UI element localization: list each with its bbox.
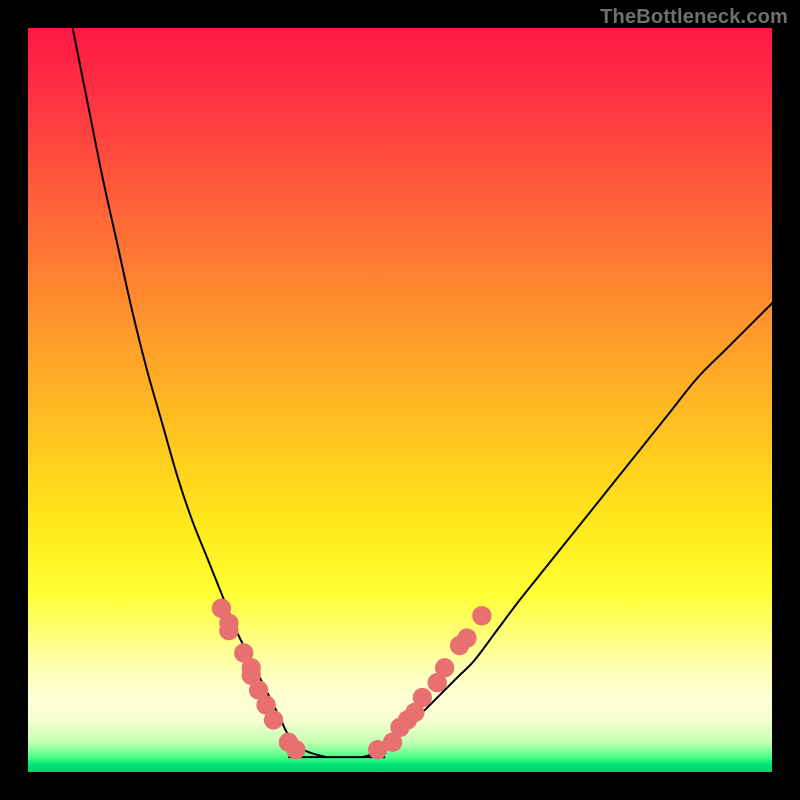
data-marker <box>457 628 476 647</box>
data-marker <box>264 710 283 729</box>
data-marker <box>435 658 454 677</box>
marker-cluster-left <box>212 599 306 760</box>
bottleneck-curve-left <box>73 28 326 757</box>
curve-overlay <box>28 28 772 772</box>
watermark-text: TheBottleneck.com <box>600 6 788 29</box>
data-marker <box>472 606 491 625</box>
data-marker <box>286 740 305 759</box>
data-marker <box>413 688 432 707</box>
data-marker <box>219 621 238 640</box>
marker-cluster-right <box>368 606 492 759</box>
gradient-plot-area <box>28 28 772 772</box>
chart-container: TheBottleneck.com <box>0 0 800 800</box>
